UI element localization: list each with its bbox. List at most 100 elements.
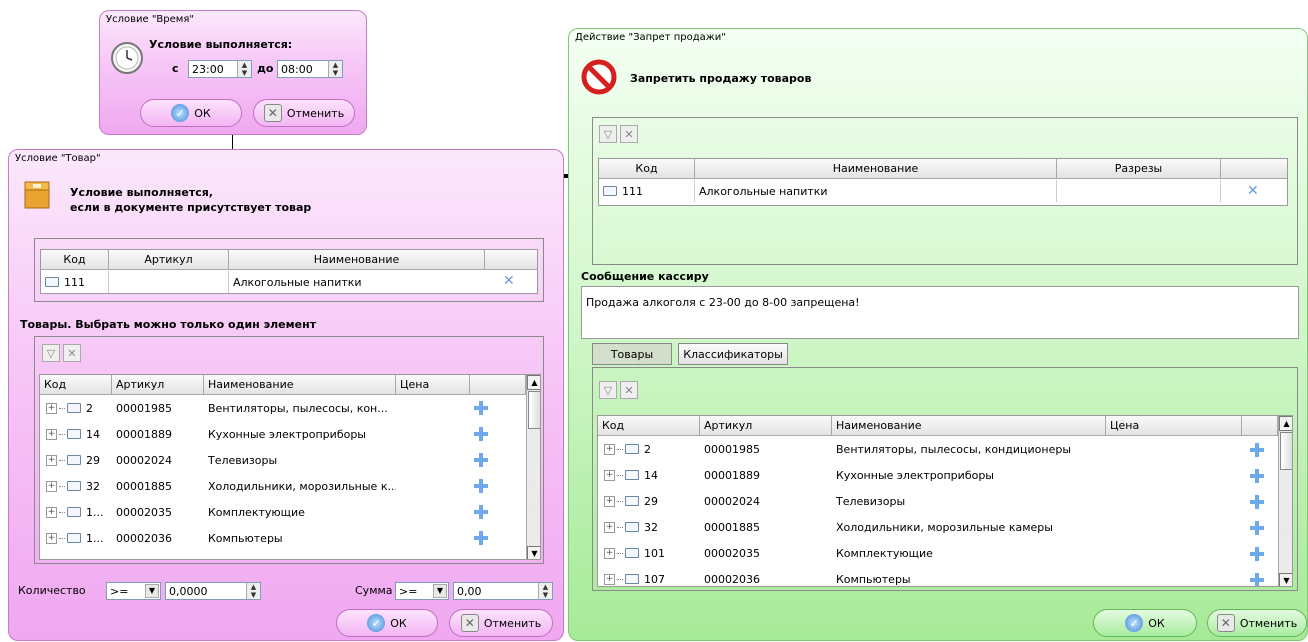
list-item[interactable]: +1... 00002036 Компьютеры <box>40 527 526 553</box>
scroll-up-button[interactable]: ▲ <box>527 375 540 390</box>
add-icon[interactable] <box>474 531 488 545</box>
col-code[interactable]: Код <box>41 250 109 270</box>
scroll-thumb[interactable] <box>1280 432 1292 470</box>
cancel-button[interactable]: ✕ Отменить <box>1207 609 1307 637</box>
from-time-spinner[interactable]: ▲ ▼ <box>237 61 251 77</box>
folder-icon <box>625 548 639 558</box>
add-icon[interactable] <box>474 479 488 493</box>
add-icon[interactable] <box>1250 573 1264 586</box>
col-code[interactable]: Код <box>40 375 112 395</box>
col-cuts[interactable]: Разрезы <box>1057 159 1221 179</box>
table-row[interactable]: 111 Алкогольные напитки ✕ <box>41 271 537 293</box>
remove-icon[interactable]: ✕ <box>1247 183 1259 199</box>
col-code[interactable]: Код <box>599 159 695 179</box>
add-icon[interactable] <box>1250 521 1264 535</box>
to-time-spinner[interactable]: ▲ ▼ <box>328 61 342 77</box>
scroll-thumb[interactable] <box>528 391 540 429</box>
scroll-down-button[interactable]: ▼ <box>527 546 540 559</box>
sum-input[interactable]: 0,00 ▲ ▼ <box>453 582 553 600</box>
col-price[interactable]: Цена <box>1106 416 1242 436</box>
cancel-button[interactable]: ✕ Отменить <box>253 99 355 127</box>
quantity-operator-select[interactable]: >= ▼ <box>106 582 161 600</box>
add-icon[interactable] <box>474 401 488 415</box>
cancel-button[interactable]: ✕ Отменить <box>449 609 553 637</box>
add-icon[interactable] <box>474 427 488 441</box>
col-name[interactable]: Наименование <box>229 250 485 270</box>
expand-icon[interactable]: + <box>604 495 615 507</box>
col-article[interactable]: Артикул <box>112 375 204 395</box>
table-row[interactable]: 111 Алкогольные напитки ✕ <box>599 180 1287 204</box>
list-item[interactable]: +32 00001885 Холодильники, морозильные к… <box>40 475 526 501</box>
expand-icon[interactable]: + <box>46 402 57 414</box>
ok-button[interactable]: ✓ ОК <box>336 609 438 637</box>
col-price[interactable]: Цена <box>396 375 470 395</box>
col-code[interactable]: Код <box>598 416 700 436</box>
expand-icon[interactable]: + <box>46 454 57 466</box>
add-icon[interactable] <box>474 505 488 519</box>
expand-icon[interactable]: + <box>46 506 57 518</box>
add-icon[interactable] <box>1250 469 1264 483</box>
code-value: 32 <box>86 479 100 493</box>
quantity-spinner[interactable]: ▲ ▼ <box>246 583 260 599</box>
to-time-input[interactable]: 08:00 ▲ ▼ <box>277 60 343 78</box>
folder-icon <box>625 470 639 480</box>
list-item[interactable]: +101 00002035 Комплектующие <box>598 542 1278 568</box>
quantity-input[interactable]: 0,0000 ▲ ▼ <box>165 582 261 600</box>
tab-goods[interactable]: Товары <box>592 343 672 365</box>
list-item[interactable]: +2 00001985 Вентиляторы, пылесосы, конди… <box>598 438 1278 464</box>
row-name: Комплектующие <box>836 546 933 560</box>
col-article[interactable]: Артикул <box>700 416 832 436</box>
row-name: Кухонные электроприборы <box>836 468 994 482</box>
filter-icon[interactable]: ▽ <box>42 344 60 362</box>
clear-filter-icon[interactable]: ✕ <box>620 381 638 399</box>
remove-icon[interactable]: ✕ <box>503 273 515 289</box>
sum-operator-select[interactable]: >= ▼ <box>395 582 449 600</box>
vertical-scrollbar[interactable]: ▲ ▼ <box>526 375 540 559</box>
vertical-scrollbar[interactable]: ▲ ▼ <box>1278 416 1292 586</box>
expand-icon[interactable]: + <box>604 547 615 559</box>
sum-spinner[interactable]: ▲ ▼ <box>538 583 552 599</box>
row-cuts <box>1061 180 1221 202</box>
folder-icon <box>625 574 639 584</box>
chevron-down-icon[interactable]: ▼ <box>145 584 159 598</box>
add-icon[interactable] <box>1250 547 1264 561</box>
message-input[interactable]: Продажа алкоголя с 23-00 до 8-00 запреще… <box>581 286 1299 339</box>
chevron-down-icon[interactable]: ▼ <box>433 584 447 598</box>
expand-icon[interactable]: + <box>46 532 57 544</box>
scroll-down-button[interactable]: ▼ <box>1279 573 1292 586</box>
filter-icon[interactable]: ▽ <box>599 125 617 143</box>
add-icon[interactable] <box>1250 495 1264 509</box>
add-icon[interactable] <box>474 453 488 467</box>
tab-classifiers[interactable]: Классификаторы <box>678 343 788 365</box>
list-item[interactable]: +2 00001985 Вентиляторы, пылесосы, кон..… <box>40 397 526 423</box>
filter-icon[interactable]: ▽ <box>599 381 617 399</box>
ok-button[interactable]: ✓ ОК <box>140 99 242 127</box>
row-code: +14 <box>604 464 700 486</box>
list-item[interactable]: +29 00002024 Телевизоры <box>40 449 526 475</box>
expand-icon[interactable]: + <box>604 521 615 533</box>
list-item[interactable]: +29 00002024 Телевизоры <box>598 490 1278 516</box>
list-item[interactable]: +1... 00002035 Комплектующие <box>40 501 526 527</box>
list-item[interactable]: +32 00001885 Холодильники, морозильные к… <box>598 516 1278 542</box>
ok-button[interactable]: ✓ ОК <box>1093 609 1197 637</box>
expand-icon[interactable]: + <box>46 480 57 492</box>
expand-icon[interactable]: + <box>604 443 615 455</box>
scroll-up-button[interactable]: ▲ <box>1279 416 1292 431</box>
expand-icon[interactable]: + <box>604 573 615 585</box>
check-icon: ✓ <box>367 614 386 632</box>
expand-icon[interactable]: + <box>604 469 615 481</box>
connector-line <box>232 135 233 149</box>
clear-filter-icon[interactable]: ✕ <box>63 344 81 362</box>
col-article[interactable]: Артикул <box>109 250 229 270</box>
add-icon[interactable] <box>1250 443 1264 457</box>
col-name[interactable]: Наименование <box>695 159 1057 179</box>
col-name[interactable]: Наименование <box>204 375 396 395</box>
expand-icon[interactable]: + <box>46 428 57 440</box>
col-name[interactable]: Наименование <box>832 416 1106 436</box>
list-item[interactable]: +107 00002036 Компьютеры <box>598 568 1278 586</box>
clear-filter-icon[interactable]: ✕ <box>620 125 638 143</box>
message-value: Продажа алкоголя с 23-00 до 8-00 запреще… <box>586 296 860 309</box>
from-time-input[interactable]: 23:00 ▲ ▼ <box>188 60 252 78</box>
list-item[interactable]: +14 00001889 Кухонные электроприборы <box>40 423 526 449</box>
list-item[interactable]: +14 00001889 Кухонные электроприборы <box>598 464 1278 490</box>
